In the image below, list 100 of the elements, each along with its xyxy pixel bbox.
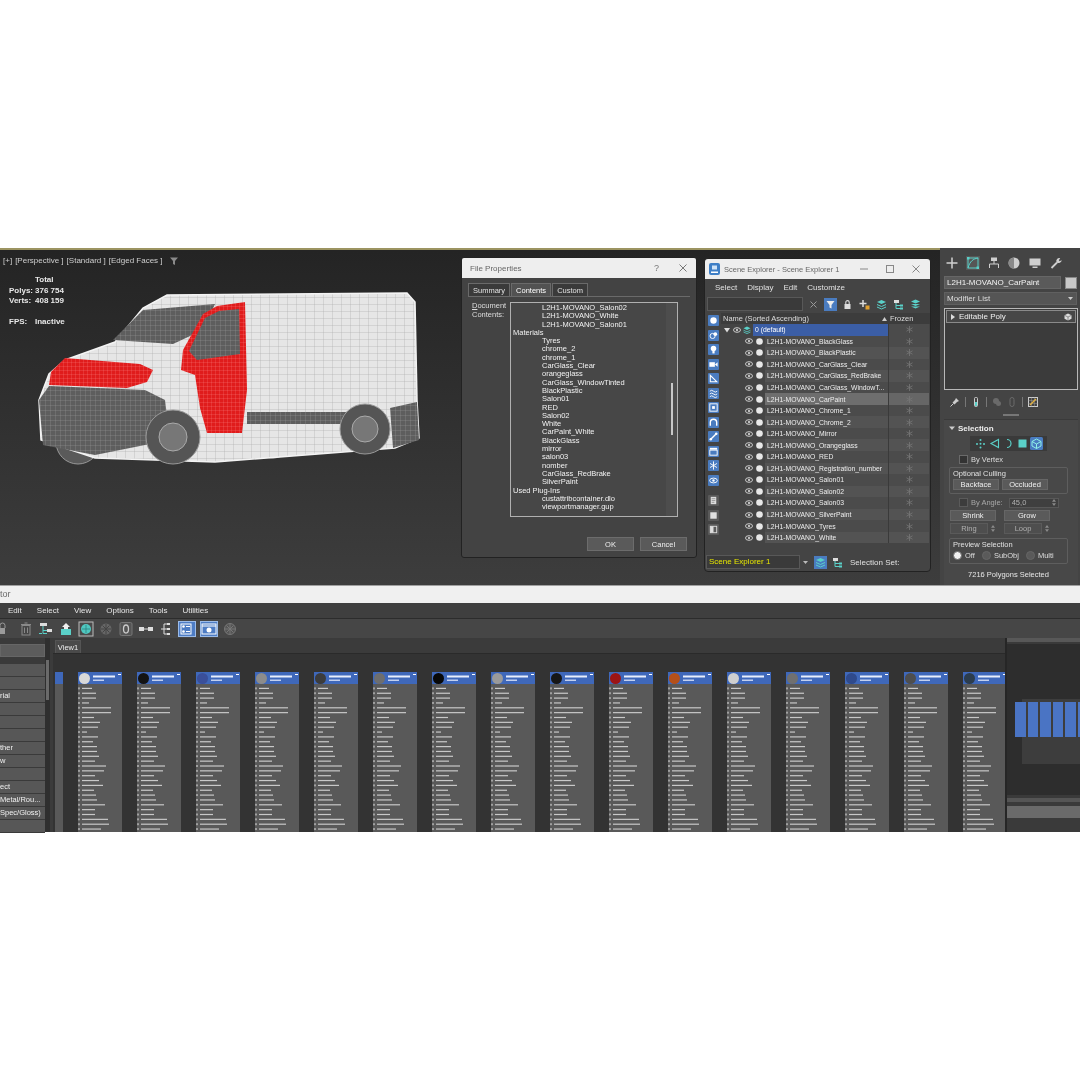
eye-icon[interactable] bbox=[745, 511, 753, 518]
menu-item[interactable]: Edit bbox=[783, 282, 798, 292]
curve-frame-icon[interactable] bbox=[965, 256, 980, 270]
node-header[interactable] bbox=[668, 672, 712, 684]
eye-icon[interactable] bbox=[745, 476, 753, 483]
explorer-dropdown[interactable]: Scene Explorer 1 bbox=[706, 555, 800, 569]
camera-icon[interactable] bbox=[707, 358, 719, 370]
box-icon[interactable] bbox=[707, 445, 719, 457]
radio-button[interactable] bbox=[953, 551, 962, 560]
clear-icon[interactable] bbox=[810, 300, 817, 308]
frozen-cell[interactable] bbox=[888, 416, 929, 428]
viewport-menu-label[interactable]: [Perspective ] bbox=[15, 256, 64, 266]
document-icon[interactable] bbox=[707, 495, 719, 506]
eye-icon[interactable] bbox=[733, 326, 741, 333]
pin-icon[interactable] bbox=[950, 397, 960, 407]
collapse-icon[interactable] bbox=[949, 425, 955, 431]
sphere-tile-icon[interactable] bbox=[78, 620, 94, 637]
viewport-menu-label[interactable]: [Edged Faces ] bbox=[108, 256, 163, 266]
radio-button[interactable] bbox=[981, 551, 991, 560]
color-swatch-icon[interactable] bbox=[1065, 276, 1077, 289]
group-icon[interactable] bbox=[707, 402, 719, 413]
node-canvas[interactable] bbox=[53, 653, 1005, 832]
sphere-icon[interactable] bbox=[707, 315, 719, 326]
half-square-icon[interactable] bbox=[707, 524, 719, 535]
spinner-arrows-icon[interactable] bbox=[1051, 499, 1056, 506]
node-header[interactable] bbox=[78, 672, 122, 684]
eye-icon[interactable] bbox=[745, 534, 753, 541]
menu-item[interactable]: Options bbox=[106, 606, 134, 615]
plus-icon[interactable] bbox=[858, 297, 871, 311]
arch-icon[interactable] bbox=[707, 416, 719, 428]
node-header[interactable] bbox=[196, 672, 240, 684]
eye-icon[interactable] bbox=[745, 407, 753, 414]
eye-icon[interactable] bbox=[745, 442, 753, 449]
bone-icon[interactable] bbox=[707, 431, 719, 442]
stacked-layers-icon[interactable] bbox=[875, 297, 888, 311]
menu-item[interactable]: Utilities bbox=[182, 606, 209, 615]
test-tube-icon[interactable] bbox=[971, 397, 981, 407]
eye-icon[interactable] bbox=[745, 419, 753, 426]
scrollbar-thumb[interactable] bbox=[670, 383, 673, 435]
layer-stack-icon[interactable] bbox=[909, 297, 922, 311]
circle-icon[interactable] bbox=[1007, 256, 1022, 270]
node-header[interactable] bbox=[255, 672, 299, 684]
node-header[interactable] bbox=[609, 672, 653, 684]
frozen-cell[interactable] bbox=[888, 451, 929, 463]
waves-icon[interactable] bbox=[707, 387, 719, 399]
node-header[interactable] bbox=[845, 672, 889, 684]
help-button[interactable]: ? bbox=[654, 263, 659, 273]
radio-button[interactable] bbox=[1025, 551, 1035, 560]
frozen-cell[interactable] bbox=[888, 324, 929, 336]
eye-icon[interactable] bbox=[745, 488, 753, 495]
frozen-cell[interactable] bbox=[888, 520, 929, 532]
square-icon[interactable] bbox=[1016, 437, 1029, 450]
sort-icon[interactable] bbox=[882, 316, 887, 321]
triangle-icon[interactable] bbox=[988, 437, 1001, 450]
menu-item[interactable]: Tools bbox=[148, 606, 168, 615]
upload-box-icon[interactable] bbox=[58, 620, 74, 637]
checker-sphere-icon[interactable] bbox=[222, 620, 238, 637]
menu-item[interactable]: Select bbox=[715, 282, 738, 292]
navigator-field[interactable] bbox=[1007, 806, 1080, 818]
menu-item[interactable]: View bbox=[74, 606, 92, 615]
frozen-cell[interactable] bbox=[888, 497, 929, 509]
eye-icon[interactable] bbox=[745, 372, 753, 379]
list-layout-icon[interactable] bbox=[178, 620, 196, 637]
eye-icon[interactable] bbox=[745, 338, 753, 345]
node-header[interactable] bbox=[432, 672, 476, 684]
resize-handle[interactable] bbox=[1003, 414, 1019, 416]
hierarchy-icon[interactable] bbox=[831, 555, 844, 569]
frozen-cell[interactable] bbox=[888, 393, 929, 405]
close-icon[interactable] bbox=[679, 264, 687, 272]
object-name-field[interactable]: L2H1-MOVANO_CarPaint bbox=[944, 276, 1061, 289]
eye-icon[interactable] bbox=[745, 523, 753, 530]
node-header[interactable] bbox=[491, 672, 535, 684]
grid-pencil-icon[interactable] bbox=[1028, 397, 1038, 407]
wrench-icon[interactable] bbox=[1049, 256, 1063, 270]
node-header[interactable] bbox=[137, 672, 181, 684]
eye-icon[interactable] bbox=[745, 499, 753, 506]
spinner-arrows-icon[interactable] bbox=[991, 525, 995, 532]
node-header[interactable] bbox=[727, 672, 771, 684]
hierarchy-icon[interactable] bbox=[986, 256, 1001, 270]
plus-icon[interactable] bbox=[945, 256, 959, 270]
contents-list-box[interactable] bbox=[510, 302, 678, 517]
lock-icon[interactable] bbox=[0, 620, 6, 637]
frozen-cell[interactable] bbox=[888, 370, 929, 382]
funnel-icon[interactable] bbox=[824, 297, 837, 311]
eye-icon[interactable] bbox=[707, 474, 719, 486]
node-header[interactable] bbox=[904, 672, 948, 684]
menu-item[interactable]: Select bbox=[36, 606, 60, 615]
light-bulb-icon[interactable] bbox=[707, 344, 719, 355]
eye-icon[interactable] bbox=[745, 453, 753, 460]
expand-icon[interactable] bbox=[724, 326, 730, 333]
eye-icon[interactable] bbox=[745, 396, 753, 403]
search-field[interactable] bbox=[0, 644, 45, 657]
eye-icon[interactable] bbox=[745, 384, 753, 391]
circles-icon[interactable] bbox=[707, 329, 719, 341]
node-header[interactable] bbox=[786, 672, 830, 684]
node-header[interactable] bbox=[963, 672, 1005, 684]
scrollbar-thumb[interactable] bbox=[46, 660, 49, 700]
eye-icon[interactable] bbox=[745, 361, 753, 368]
snowflake-icon[interactable] bbox=[707, 460, 719, 471]
window-icon[interactable] bbox=[200, 620, 218, 637]
